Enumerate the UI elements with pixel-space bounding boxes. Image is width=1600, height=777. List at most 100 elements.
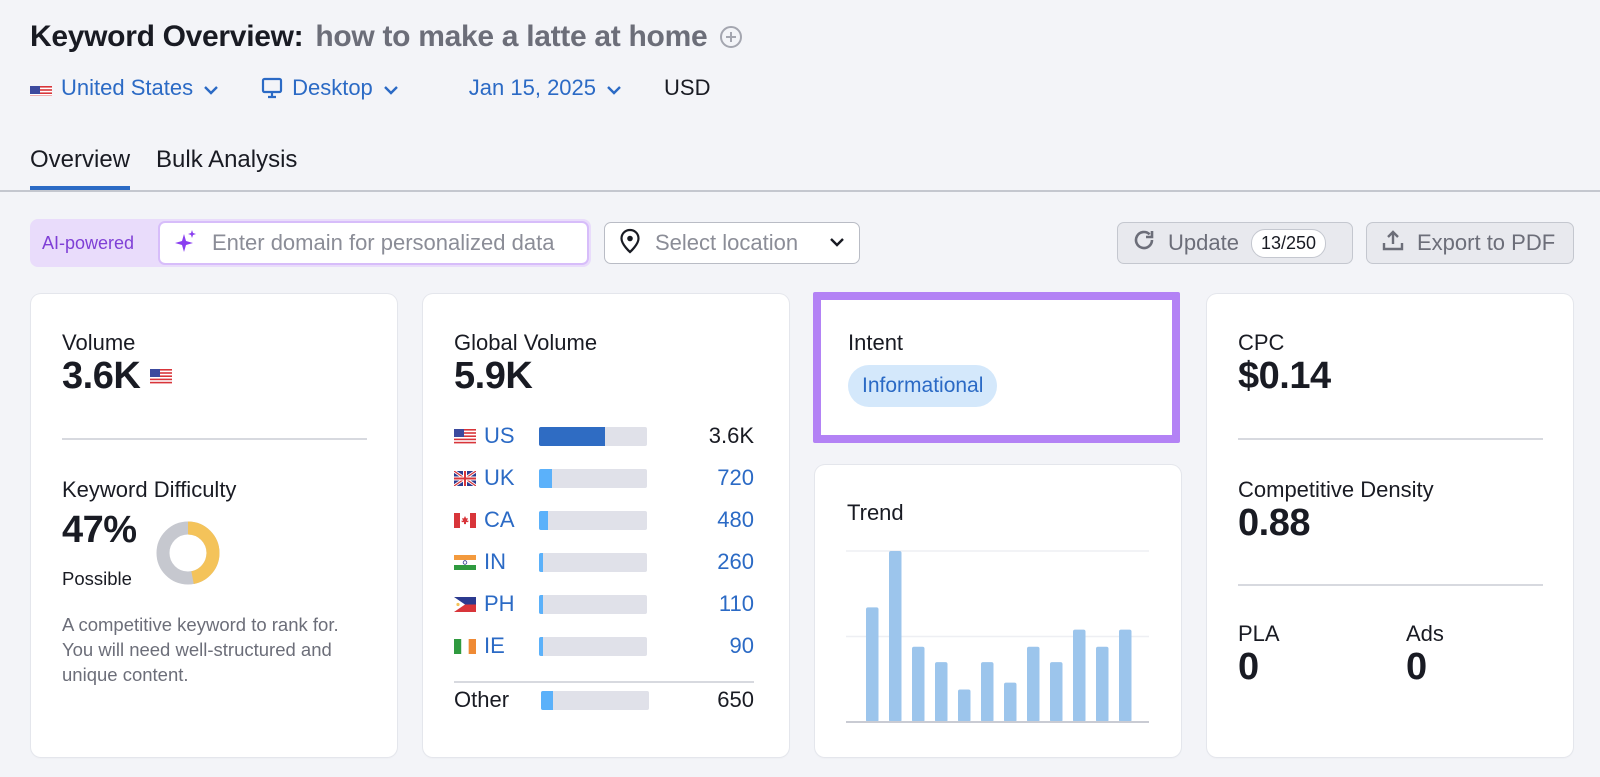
global-volume-card: Global Volume 5.9K US 3.6K UK 720 CA 480… (423, 294, 789, 757)
country-volume[interactable]: 720 (647, 465, 754, 491)
country-row-ph[interactable]: PH 110 (454, 590, 754, 618)
device-dropdown[interactable]: Desktop (261, 75, 399, 101)
country-code[interactable]: US (484, 423, 539, 449)
chevron-down-icon (829, 234, 845, 252)
ads-value: 0 (1406, 646, 1427, 688)
tab-bar: Overview Bulk Analysis (30, 140, 323, 190)
country-volume[interactable]: 110 (647, 591, 754, 617)
divider (1238, 438, 1543, 440)
volume-value: 3.6K (62, 355, 141, 397)
ph-flag-icon (454, 596, 476, 612)
trend-label: Trend (847, 500, 904, 525)
country-row-us[interactable]: US 3.6K (454, 422, 754, 450)
upload-icon (1381, 228, 1405, 258)
country-code[interactable]: IE (484, 633, 539, 659)
ai-powered-label: AI-powered (42, 232, 135, 253)
global-volume-value: 5.9K (454, 355, 533, 397)
trend-bar (981, 662, 994, 722)
ie-flag-icon (454, 638, 476, 654)
country-share-bar (539, 468, 647, 488)
refresh-icon (1132, 228, 1156, 258)
country-share-fill (539, 510, 548, 530)
chevron-down-icon (606, 75, 622, 101)
location-select[interactable]: Select location (604, 222, 860, 264)
country-share-bar (539, 426, 647, 446)
country-row-in[interactable]: IN 260 (454, 548, 754, 576)
cpc-label: CPC (1238, 330, 1285, 355)
currency-label: USD (664, 75, 711, 100)
country-volume[interactable]: 480 (647, 507, 754, 533)
export-label: Export to PDF (1417, 230, 1556, 255)
country-code[interactable]: IN (484, 549, 539, 575)
country-share-bar (539, 552, 647, 572)
country-share-bar (539, 594, 647, 614)
country-volume[interactable]: 260 (647, 549, 754, 575)
trend-bar (1073, 629, 1086, 722)
trend-bar (1050, 662, 1063, 722)
update-button[interactable]: Update 13/250 (1117, 222, 1353, 264)
volume-card: Volume 3.6K Keyword Difficulty 47% Possi… (31, 294, 397, 757)
divider (454, 681, 754, 683)
country-share-fill (541, 690, 553, 710)
country-code[interactable]: CA (484, 507, 539, 533)
chevron-down-icon (383, 75, 399, 101)
ai-domain-box: AI-powered (30, 219, 591, 267)
trend-bar (1004, 682, 1017, 722)
ca-flag-icon (454, 512, 476, 528)
other-volume: 650 (717, 687, 754, 712)
sparkle-icon (174, 229, 198, 258)
trend-bar (1027, 646, 1040, 722)
cpc-value: $0.14 (1238, 355, 1331, 397)
date-dropdown[interactable]: Jan 15, 2025 (469, 75, 622, 101)
toolbar: AI-powered Select location Update 13/250… (30, 219, 1574, 267)
country-share-fill (539, 636, 544, 656)
country-share-bar (539, 636, 647, 656)
trend-bar (889, 551, 902, 722)
device-label: Desktop (292, 75, 373, 100)
ads-label: Ads (1406, 621, 1444, 646)
country-row-uk[interactable]: UK 720 (454, 464, 754, 492)
us-flag-icon (150, 369, 173, 384)
country-code[interactable]: PH (484, 591, 539, 617)
global-volume-label: Global Volume (454, 330, 598, 355)
plus-circle-icon[interactable] (719, 25, 743, 49)
competitive-density-value: 0.88 (1238, 502, 1310, 544)
divider (62, 438, 367, 440)
kd-rating: Possible (62, 568, 132, 589)
volume-label: Volume (62, 330, 136, 355)
intent-badge: Informational (848, 365, 998, 407)
trend-bar (1119, 629, 1132, 722)
page-header: Keyword Overview: how to make a latte at… (30, 18, 743, 104)
us-flag-icon (30, 81, 52, 96)
country-volume[interactable]: 90 (647, 633, 754, 659)
country-share-bar (539, 510, 647, 530)
chevron-down-icon (203, 75, 219, 101)
cpc-card: CPC $0.14 Competitive Density 0.88 PLA 0… (1207, 294, 1573, 757)
competitive-density-label: Competitive Density (1238, 477, 1434, 502)
trend-chart (846, 550, 1149, 723)
kd-value: 47% (62, 509, 137, 551)
country-row-ca[interactable]: CA 480 (454, 506, 754, 534)
trend-bar (935, 662, 948, 722)
other-label: Other (454, 687, 510, 712)
kd-donut-chart (156, 521, 220, 585)
country-share-fill (539, 594, 544, 614)
update-count-badge: 13/250 (1250, 228, 1327, 258)
date-label: Jan 15, 2025 (468, 75, 597, 100)
country-share-bar (541, 690, 649, 710)
divider (1238, 584, 1543, 586)
country-share-fill (539, 468, 552, 488)
pla-value: 0 (1238, 646, 1259, 688)
country-code[interactable]: UK (484, 465, 539, 491)
trend-bar (866, 607, 879, 722)
uk-flag-icon (454, 470, 476, 486)
export-pdf-button[interactable]: Export to PDF (1366, 222, 1574, 264)
country-row-ie[interactable]: IE 90 (454, 632, 754, 660)
tab-bulk-analysis[interactable]: Bulk Analysis (156, 140, 297, 190)
domain-input-wrapper[interactable] (158, 221, 589, 265)
location-placeholder: Select location (655, 230, 799, 255)
domain-input[interactable] (212, 230, 582, 256)
country-dropdown[interactable]: United States (30, 75, 219, 101)
tab-overview[interactable]: Overview (30, 140, 131, 190)
trend-bar (912, 646, 925, 722)
